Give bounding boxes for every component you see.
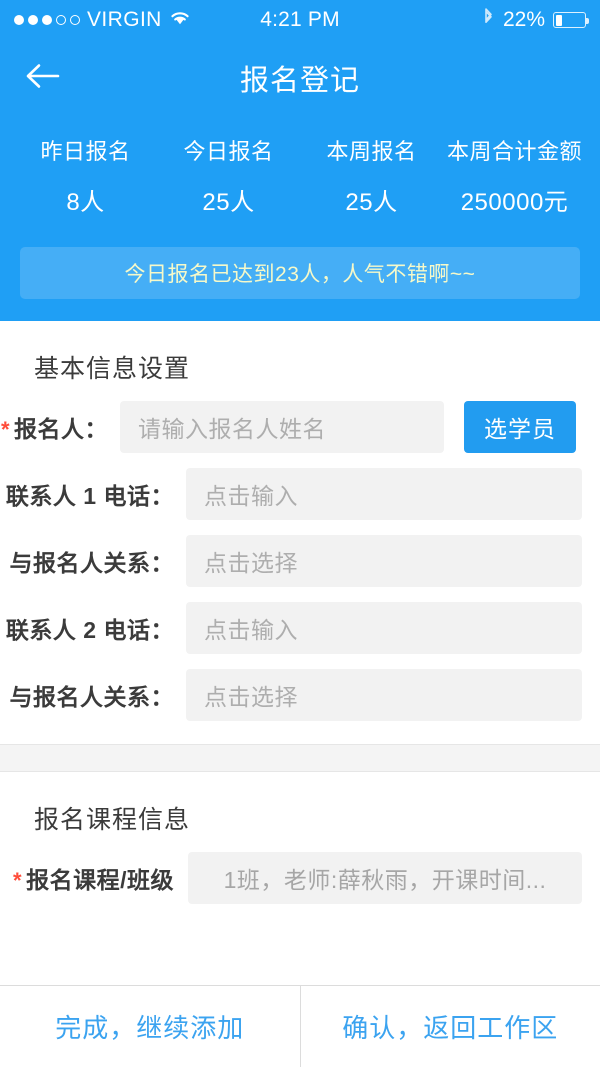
wifi-icon <box>169 8 191 32</box>
stat-value: 250000元 <box>460 189 569 216</box>
course-label: * 报名课程/班级 <box>0 861 186 895</box>
bluetooth-icon <box>482 6 495 34</box>
required-asterisk: * <box>0 416 10 442</box>
row-contact2-relation: 与报名人关系： 点击选择 <box>0 661 600 728</box>
course-label-text: 报名课程/班级 <box>26 866 174 893</box>
applicant-name-input[interactable]: 请输入报名人姓名 <box>120 400 444 453</box>
contact2-phone-label: 联系人 2 电话： <box>5 616 174 643</box>
stat-label: 昨日报名 <box>40 139 131 164</box>
confirm-return-button[interactable]: 确认，返回工作区 <box>301 986 600 1067</box>
contact2-relation-label: 与报名人关系： <box>9 683 174 710</box>
status-bar-left: VIRGIN <box>14 8 260 32</box>
battery-icon <box>553 12 590 28</box>
stat-yesterday: 昨日报名 8人 <box>14 134 157 217</box>
row-contact1-relation: 与报名人关系： 点击选择 <box>0 527 600 594</box>
course-info-card: 报名课程信息 * 报名课程/班级 1班，老师:薛秋雨，开课时间... <box>0 772 600 911</box>
applicant-label: * 报名人： <box>0 410 120 444</box>
required-asterisk: * <box>13 867 23 893</box>
row-course: * 报名课程/班级 1班，老师:薛秋雨，开课时间... <box>0 844 600 911</box>
stat-label: 本周合计金额 <box>446 139 582 164</box>
stat-week-amount: 本周合计金额 250000元 <box>443 134 586 217</box>
stat-week: 本周报名 25人 <box>300 134 443 217</box>
row-contact1-phone: 联系人 1 电话： 点击输入 <box>0 460 600 527</box>
pick-student-button[interactable]: 选学员 <box>464 400 576 453</box>
stat-value: 8人 <box>66 189 105 216</box>
stat-value: 25人 <box>202 189 255 216</box>
promo-banner: 今日报名已达到23人，人气不错啊~~ <box>20 247 580 299</box>
status-bar-clock: 4:21 PM <box>260 8 340 31</box>
stat-today: 今日报名 25人 <box>157 134 300 217</box>
app-screen: VIRGIN 4:21 PM 22% 报名登记 昨日报名 8人 今日报名 25人… <box>0 0 600 1067</box>
status-bar-right: 22% <box>340 6 590 34</box>
status-bar: VIRGIN 4:21 PM 22% <box>0 0 600 40</box>
stats-row: 昨日报名 8人 今日报名 25人 本周报名 25人 本周合计金额 250000元 <box>0 116 600 223</box>
banner-container: 今日报名已达到23人，人气不错啊~~ <box>0 223 600 321</box>
carrier-name: VIRGIN <box>87 8 162 31</box>
contact1-relation-label: 与报名人关系： <box>9 549 174 576</box>
page-title: 报名登记 <box>239 65 360 97</box>
course-select[interactable]: 1班，老师:薛秋雨，开课时间... <box>188 851 582 904</box>
course-info-title: 报名课程信息 <box>34 806 191 834</box>
bottom-action-bar: 完成，继续添加 确认，返回工作区 <box>0 985 600 1067</box>
back-arrow-icon <box>22 61 62 96</box>
basic-info-title: 基本信息设置 <box>34 355 191 383</box>
row-applicant: * 报名人： 请输入报名人姓名 选学员 <box>0 393 600 460</box>
signal-strength-icon <box>14 15 80 25</box>
contact2-phone-input[interactable]: 点击输入 <box>186 601 582 654</box>
contact1-relation-select[interactable]: 点击选择 <box>186 534 582 587</box>
stat-label: 本周报名 <box>326 139 417 164</box>
contact1-phone-label: 联系人 1 电话： <box>5 482 174 509</box>
finish-continue-button[interactable]: 完成，继续添加 <box>0 986 300 1067</box>
basic-info-card: 基本信息设置 * 报名人： 请输入报名人姓名 选学员 联系人 1 电话： 点击输入… <box>0 321 600 744</box>
stat-label: 今日报名 <box>183 139 274 164</box>
stat-value: 25人 <box>345 189 398 216</box>
back-button[interactable] <box>14 54 70 102</box>
section-divider <box>0 744 600 772</box>
contact2-relation-select[interactable]: 点击选择 <box>186 668 582 721</box>
battery-percent: 22% <box>502 8 546 31</box>
row-contact2-phone: 联系人 2 电话： 点击输入 <box>0 594 600 661</box>
header-block: VIRGIN 4:21 PM 22% 报名登记 昨日报名 8人 今日报名 25人… <box>0 0 600 321</box>
navigation-bar: 报名登记 <box>0 40 600 116</box>
contact1-phone-input[interactable]: 点击输入 <box>186 467 582 520</box>
applicant-label-text: 报名人： <box>14 415 108 442</box>
